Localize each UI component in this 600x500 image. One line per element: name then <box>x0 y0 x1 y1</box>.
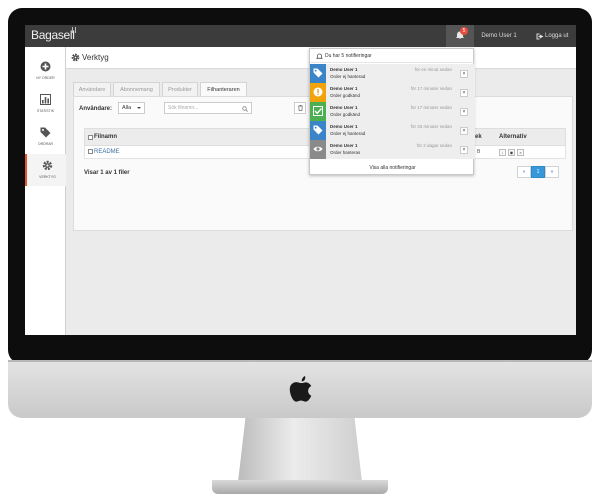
notification-item[interactable]: Demo User 1 Order ej hanterad för 33 min… <box>310 121 475 140</box>
logout-label: Logga ut <box>545 33 569 39</box>
notification-message: Order ej hanterad <box>330 131 366 136</box>
tab-users[interactable]: Användare <box>73 82 111 96</box>
sidebar: Ny order Statistik Ordrar Verktyg <box>25 47 66 335</box>
tab-subscriptions[interactable]: Abonnemang <box>113 82 160 96</box>
notification-item[interactable]: Demo User 1 Order godkänd för 17 minuter… <box>310 102 475 121</box>
notification-dismiss-button[interactable]: × <box>460 70 468 78</box>
notification-message: Order godkänd <box>330 112 361 117</box>
pagination-next[interactable]: » <box>545 166 559 178</box>
search-icon <box>242 106 248 112</box>
tags-icon <box>40 127 51 138</box>
notification-icon-box <box>310 121 326 140</box>
notification-item[interactable]: Demo User 1 Order ej hanterad för en min… <box>310 64 475 83</box>
app-logo[interactable]: Bagasell <box>31 28 75 42</box>
tag-icon <box>313 125 323 135</box>
page-title: Verktyg <box>82 53 109 62</box>
notification-time: för 33 minuter sedan <box>410 124 452 129</box>
notification-user: Demo User 1 <box>330 105 358 110</box>
logo-mark-icon <box>72 27 76 33</box>
notification-item[interactable]: Demo User 1 Order godkänd för 17 minuter… <box>310 83 475 102</box>
pagination-page-1[interactable]: 1 <box>531 166 545 178</box>
column-header-options: Alternativ <box>499 134 527 140</box>
notification-time: för 17 minuter sedan <box>410 86 452 91</box>
sidebar-item-label: Verktyg <box>39 175 56 179</box>
notification-body: Demo User 1 Order hanteras för 2 dagar s… <box>326 140 475 159</box>
notification-user: Demo User 1 <box>330 67 358 72</box>
top-navbar: Bagasell 5 Demo User 1 Logga ut <box>25 25 576 47</box>
notification-message: Order hanteras <box>330 150 361 155</box>
notification-dismiss-button[interactable]: × <box>460 127 468 135</box>
notification-item[interactable]: Demo User 1 Order hanteras för 2 dagar s… <box>310 140 475 159</box>
sidebar-item-label: Ordrar <box>37 142 54 146</box>
view-button[interactable]: ◉ <box>508 149 515 156</box>
sidebar-item-label: Statistik <box>36 109 55 113</box>
search-placeholder: Sök filnamn... <box>168 105 199 111</box>
notification-icon-box <box>310 83 326 102</box>
sign-out-icon <box>536 33 544 40</box>
notification-icon-box <box>310 102 326 121</box>
notification-user: Demo User 1 <box>330 124 358 129</box>
notification-message: Order godkänd <box>330 93 361 98</box>
notification-time: för 2 dagar sedan <box>416 143 452 148</box>
trash-icon <box>298 105 303 111</box>
notification-time: för en minut sedan <box>414 67 452 72</box>
file-search-input[interactable]: Sök filnamn... <box>164 102 252 114</box>
bar-chart-icon <box>40 94 51 105</box>
users-filter-label: Användare: <box>79 106 113 112</box>
notification-dismiss-button[interactable]: × <box>460 146 468 154</box>
check-icon <box>313 106 323 116</box>
info-icon <box>313 87 323 97</box>
remove-button[interactable]: × <box>517 149 524 156</box>
eye-icon <box>313 146 323 152</box>
row-checkbox[interactable] <box>88 149 93 154</box>
monitor-stand-foot <box>212 480 388 494</box>
sidebar-item-orders[interactable]: Ordrar <box>25 121 66 153</box>
notification-count-badge: 5 <box>460 27 468 35</box>
notification-user: Demo User 1 <box>330 86 358 91</box>
logout-link[interactable]: Logga ut <box>530 25 576 47</box>
notification-body: Demo User 1 Order ej hanterad för en min… <box>326 64 475 83</box>
apple-logo-icon <box>289 376 312 402</box>
notification-dismiss-button[interactable]: × <box>460 108 468 116</box>
notification-body: Demo User 1 Order godkänd för 17 minuter… <box>326 102 475 121</box>
notification-icon-box <box>310 64 326 83</box>
file-cell-k: B <box>477 149 481 155</box>
notification-time: för 17 minuter sedan <box>410 105 452 110</box>
column-header-k: ek <box>475 134 482 140</box>
notification-body: Demo User 1 Order ej hanterad för 33 min… <box>326 121 475 140</box>
sidebar-item-new-order[interactable]: Ny order <box>25 55 66 87</box>
user-menu-link[interactable]: Demo User 1 <box>474 25 524 47</box>
sidebar-item-label: Ny order <box>36 76 55 80</box>
tab-file-manager[interactable]: Filhanteraren <box>200 82 247 96</box>
notification-body: Demo User 1 Order godkänd för 17 minuter… <box>326 83 475 102</box>
notifications-title: Du har 5 notifieringar <box>325 53 372 59</box>
file-link[interactable]: README <box>94 149 120 155</box>
notifications-header: Du har 5 notifieringar <box>310 49 475 63</box>
app-screen: Bagasell 5 Demo User 1 Logga ut Ny order <box>25 25 576 335</box>
select-all-checkbox[interactable] <box>88 135 93 140</box>
sidebar-item-statistics[interactable]: Statistik <box>25 88 66 120</box>
bell-outline-icon <box>316 53 323 59</box>
files-count-info: Visar 1 av 1 filer <box>84 170 130 176</box>
gear-icon <box>42 160 53 171</box>
pagination-prev[interactable]: « <box>517 166 531 178</box>
column-header-filename[interactable]: Filnamn <box>94 134 117 140</box>
tab-products[interactable]: Produkter <box>162 82 198 96</box>
sidebar-item-tools[interactable]: Verktyg <box>25 154 66 186</box>
users-filter-value: Alla <box>122 105 132 111</box>
notification-icon-box <box>310 140 326 159</box>
notification-message: Order ej hanterad <box>330 74 366 79</box>
users-filter-select[interactable]: Alla <box>118 102 145 114</box>
view-all-notifications-link[interactable]: Visa alla notifieringar <box>310 162 475 175</box>
notifications-dropdown: Du har 5 notifieringar Demo User 1 Order… <box>309 48 475 175</box>
notification-user: Demo User 1 <box>330 143 358 148</box>
tag-icon <box>313 68 323 78</box>
notification-dismiss-button[interactable]: × <box>460 89 468 97</box>
plus-circle-icon <box>40 61 51 72</box>
gear-icon <box>71 53 80 62</box>
monitor-stand-neck <box>238 418 362 482</box>
caret-down-icon <box>137 107 141 109</box>
delete-button[interactable] <box>294 102 306 114</box>
download-button[interactable]: ↓ <box>499 149 506 156</box>
